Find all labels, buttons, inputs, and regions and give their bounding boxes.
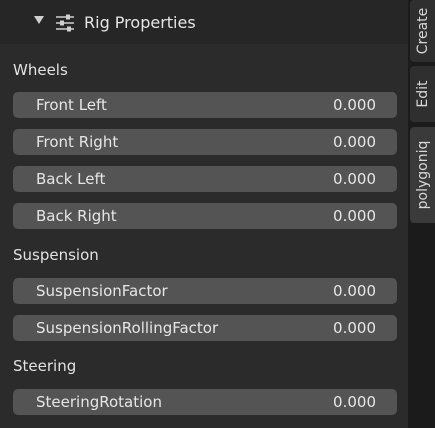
field-value: 0.000 [333,393,376,411]
field-label: Front Right [36,133,119,151]
field-value: 0.000 [333,282,376,300]
field-value: 0.000 [333,170,376,188]
back-right-field[interactable]: Back Right 0.000 [13,203,397,229]
section-label-wheels: Wheels [13,61,68,79]
sliders-icon [56,14,74,32]
sidebar-tabs: Create Edit polygoniq [408,0,435,428]
field-label: Back Right [36,207,117,225]
section-label-steering: Steering [13,357,77,375]
field-value: 0.000 [333,207,376,225]
back-left-field[interactable]: Back Left 0.000 [13,166,397,192]
tab-label: Create [414,7,431,55]
collapse-triangle-icon[interactable] [34,16,44,24]
field-label: Back Left [36,170,106,188]
rig-properties-panel: Rig Properties Wheels Front Left 0.000 F… [0,0,408,428]
steering-rotation-field[interactable]: SteeringRotation 0.000 [13,389,397,415]
suspension-rolling-factor-field[interactable]: SuspensionRollingFactor 0.000 [13,315,397,341]
field-value: 0.000 [333,96,376,114]
tab-edit[interactable]: Edit [410,66,435,122]
field-label: SteeringRotation [36,393,162,411]
panel-title: Rig Properties [84,13,196,32]
field-value: 0.000 [333,133,376,151]
tab-label: Edit [414,80,431,108]
section-label-suspension: Suspension [13,246,99,264]
panel-header[interactable]: Rig Properties [0,0,408,44]
suspension-factor-field[interactable]: SuspensionFactor 0.000 [13,278,397,304]
field-label: SuspensionFactor [36,282,168,300]
front-right-field[interactable]: Front Right 0.000 [13,129,397,155]
tab-create[interactable]: Create [410,0,435,62]
field-label: Front Left [36,96,107,114]
front-left-field[interactable]: Front Left 0.000 [13,92,397,118]
field-label: SuspensionRollingFactor [36,319,219,337]
field-value: 0.000 [333,319,376,337]
tab-label: polygoniq [414,140,431,210]
tab-polygoniq[interactable]: polygoniq [410,127,435,223]
